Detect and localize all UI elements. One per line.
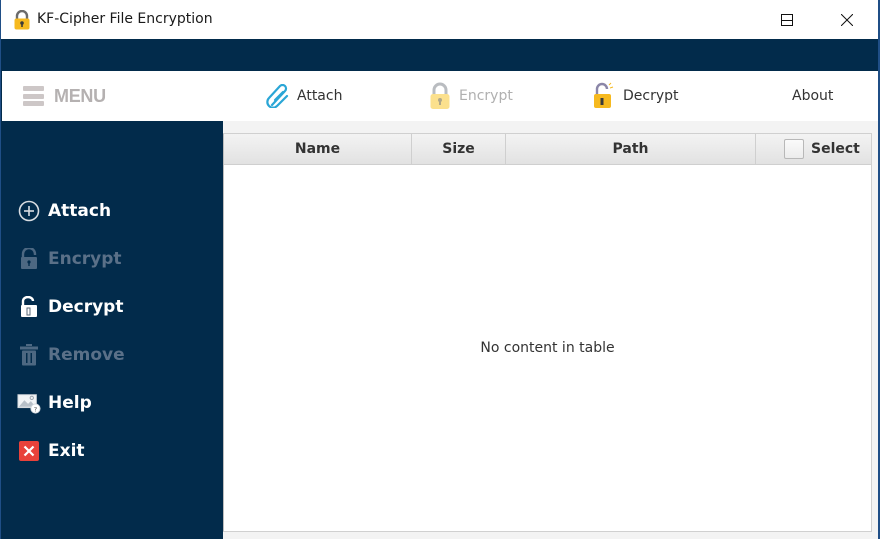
title-bar: KF-Cipher File Encryption	[1, 0, 878, 39]
help-image-icon: ?	[17, 391, 41, 415]
sidebar-item-attach[interactable]: Attach	[17, 196, 111, 226]
close-button[interactable]	[824, 0, 870, 39]
table-empty-message: No content in table	[480, 340, 615, 356]
maximize-button[interactable]	[764, 0, 810, 39]
column-header-select[interactable]: Select	[756, 134, 872, 164]
menu-label: MENU	[54, 85, 106, 106]
exit-x-icon	[17, 439, 41, 463]
window-title: KF-Cipher File Encryption	[37, 11, 213, 27]
toolbar-encrypt-label: Encrypt	[459, 88, 513, 104]
sidebar-item-label: Remove	[48, 345, 125, 365]
toolbar-attach-button[interactable]: Attach	[265, 71, 342, 121]
toolbar: Attach Encrypt Decrypt About	[223, 71, 878, 121]
padlock-closed-icon	[427, 82, 453, 110]
toolbar-about-label: About	[792, 88, 834, 104]
sidebar-item-exit[interactable]: Exit	[17, 436, 85, 466]
maximize-icon	[781, 13, 793, 26]
sidebar: Attach Encrypt Decrypt Remove ? Help Exi…	[2, 121, 223, 539]
trash-icon	[17, 343, 41, 367]
toolbar-decrypt-label: Decrypt	[623, 88, 679, 104]
padlock-open-icon	[591, 82, 617, 110]
header-band	[1, 39, 878, 71]
menu-header[interactable]: MENU	[2, 71, 223, 121]
plus-circle-icon	[17, 199, 41, 223]
toolbar-decrypt-button[interactable]: Decrypt	[591, 71, 679, 121]
app-lock-icon	[13, 9, 31, 30]
paperclip-icon	[265, 82, 291, 110]
sidebar-item-label: Exit	[48, 441, 85, 461]
column-header-path[interactable]: Path	[506, 134, 756, 164]
select-label: Select	[811, 141, 860, 157]
column-header-name[interactable]: Name	[224, 134, 412, 164]
toolbar-encrypt-button[interactable]: Encrypt	[427, 71, 513, 121]
column-header-size[interactable]: Size	[412, 134, 506, 164]
sidebar-item-encrypt[interactable]: Encrypt	[17, 244, 122, 274]
sidebar-item-label: Encrypt	[48, 249, 122, 269]
sidebar-item-decrypt[interactable]: Decrypt	[17, 292, 123, 322]
sidebar-item-label: Help	[48, 393, 92, 413]
sidebar-item-help[interactable]: ? Help	[17, 388, 92, 418]
unlock-icon	[17, 295, 41, 319]
toolbar-about-button[interactable]: About	[792, 71, 833, 121]
close-icon	[841, 13, 853, 26]
app-window: KF-Cipher File Encryption MENU Attach En…	[1, 0, 878, 539]
sidebar-item-label: Decrypt	[48, 297, 124, 317]
lock-icon	[17, 247, 41, 271]
toolbar-attach-label: Attach	[297, 88, 343, 104]
table-header: Name Size Path Select	[224, 134, 871, 165]
file-table: Name Size Path Select No content in tabl…	[223, 133, 872, 532]
select-all-checkbox[interactable]	[784, 139, 804, 159]
sidebar-item-label: Attach	[48, 201, 112, 221]
content-area: Name Size Path Select No content in tabl…	[223, 121, 878, 539]
hamburger-icon	[23, 86, 44, 106]
svg-text:?: ?	[34, 405, 37, 413]
sidebar-item-remove[interactable]: Remove	[17, 340, 125, 370]
